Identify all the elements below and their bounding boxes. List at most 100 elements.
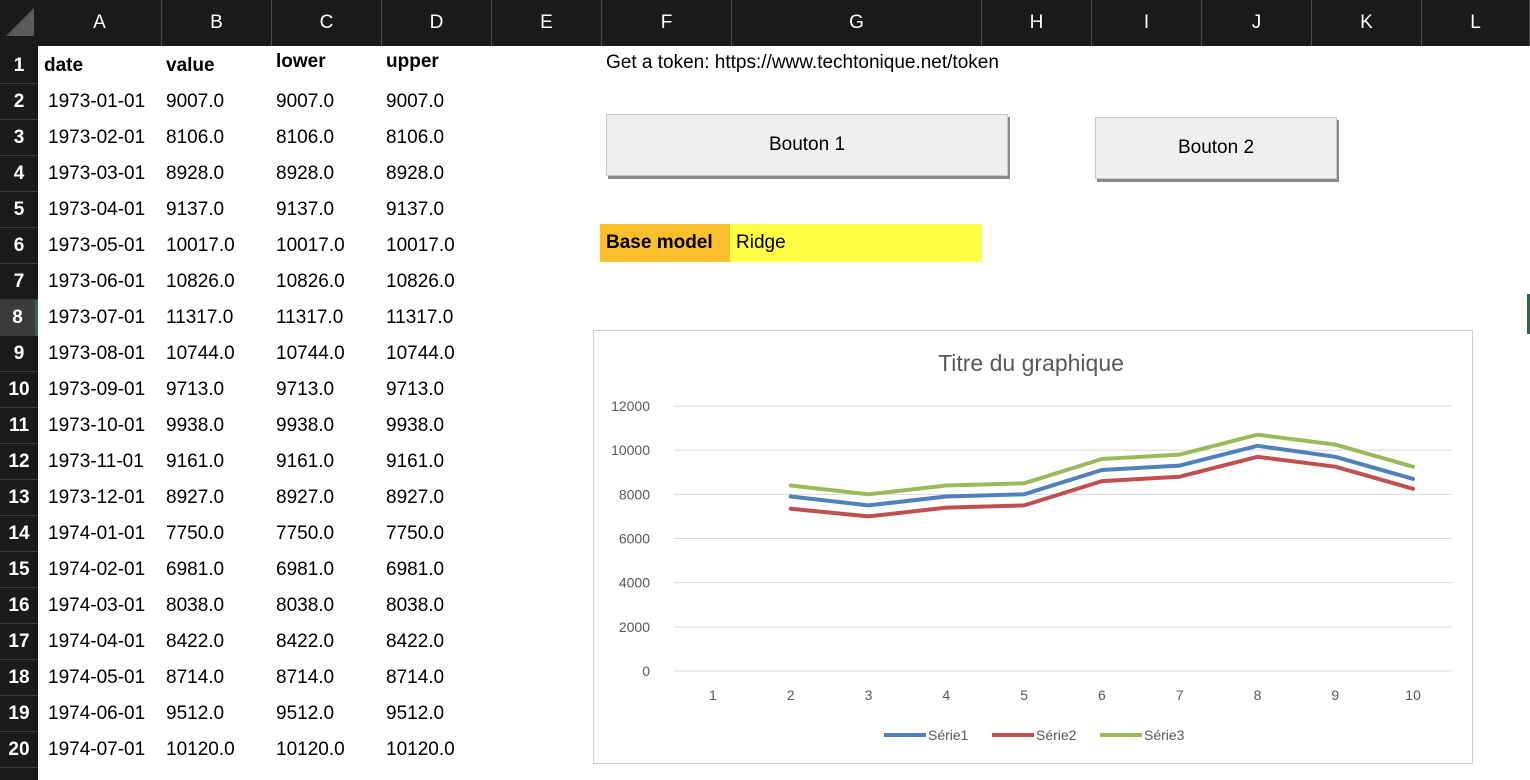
row-header-8[interactable]: 8 xyxy=(0,300,38,336)
cell-date[interactable]: 1973-02-01 xyxy=(48,120,145,156)
row-header-19[interactable]: 19 xyxy=(0,696,38,732)
cell-upper[interactable]: 10017.0 xyxy=(386,228,455,264)
cell-value[interactable]: 8038.0 xyxy=(166,588,224,624)
cell-value[interactable]: 9512.0 xyxy=(166,696,224,732)
cell-date[interactable]: 1974-06-01 xyxy=(48,696,145,732)
row-header-4[interactable]: 4 xyxy=(0,156,38,192)
cell-upper[interactable]: 10120.0 xyxy=(386,732,455,768)
cell-value[interactable]: 11317.0 xyxy=(166,300,233,336)
header-cell-date[interactable]: date xyxy=(44,48,83,84)
column-header-b[interactable]: B xyxy=(162,0,272,46)
cell-value[interactable]: 10120.0 xyxy=(166,732,235,768)
cell-value[interactable]: 8927.0 xyxy=(166,480,224,516)
column-header-f[interactable]: F xyxy=(602,0,732,46)
header-cell-value[interactable]: value xyxy=(166,48,215,84)
cell-date[interactable]: 1974-01-01 xyxy=(48,516,145,552)
cell-lower[interactable]: 11317.0 xyxy=(276,300,343,336)
header-cell-upper[interactable]: upper xyxy=(386,44,439,80)
cell-value[interactable]: 9713.0 xyxy=(166,372,224,408)
line-chart[interactable]: Titre du graphique 0 2000 4000 6000 8000 10000… xyxy=(593,330,1473,764)
base-model-value-cell[interactable]: Ridge xyxy=(730,224,982,262)
cell-date[interactable]: 1974-07-01 xyxy=(48,732,145,768)
select-all-corner[interactable] xyxy=(0,0,38,46)
cell-lower[interactable]: 9713.0 xyxy=(276,372,334,408)
cell-upper[interactable]: 9512.0 xyxy=(386,696,444,732)
column-header-l[interactable]: L xyxy=(1422,0,1530,46)
cell-upper[interactable]: 9938.0 xyxy=(386,408,444,444)
row-header-14[interactable]: 14 xyxy=(0,516,38,552)
column-header-e[interactable]: E xyxy=(492,0,602,46)
cell-upper[interactable]: 8928.0 xyxy=(386,156,444,192)
cell-upper[interactable]: 9007.0 xyxy=(386,84,444,120)
cell-lower[interactable]: 8714.0 xyxy=(276,660,334,696)
header-cell-lower[interactable]: lower xyxy=(276,44,326,80)
cell-value[interactable]: 8714.0 xyxy=(166,660,224,696)
cell-value[interactable]: 10826.0 xyxy=(166,264,235,300)
cell-upper[interactable]: 11317.0 xyxy=(386,300,453,336)
cell-value[interactable]: 8106.0 xyxy=(166,120,224,156)
cell-value[interactable]: 9938.0 xyxy=(166,408,224,444)
cell-date[interactable]: 1973-01-01 xyxy=(48,84,145,120)
column-header-h[interactable]: H xyxy=(982,0,1092,46)
cell-value[interactable]: 8422.0 xyxy=(166,624,224,660)
cell-date[interactable]: 1973-05-01 xyxy=(48,228,145,264)
column-header-g[interactable]: G xyxy=(732,0,982,46)
cell-upper[interactable]: 8927.0 xyxy=(386,480,444,516)
cell-upper[interactable]: 9161.0 xyxy=(386,444,444,480)
cell-lower[interactable]: 9161.0 xyxy=(276,444,334,480)
cell-upper[interactable]: 9713.0 xyxy=(386,372,444,408)
cell-value[interactable]: 9161.0 xyxy=(166,444,224,480)
cell-lower[interactable]: 10017.0 xyxy=(276,228,345,264)
cell-date[interactable]: 1973-12-01 xyxy=(48,480,145,516)
cell-lower[interactable]: 9512.0 xyxy=(276,696,334,732)
cell-date[interactable]: 1974-03-01 xyxy=(48,588,145,624)
column-header-a[interactable]: A xyxy=(38,0,162,46)
bouton-2-button[interactable]: Bouton 2 xyxy=(1095,117,1337,179)
column-header-c[interactable]: C xyxy=(272,0,382,46)
cell-value[interactable]: 8928.0 xyxy=(166,156,224,192)
row-header-17[interactable]: 17 xyxy=(0,624,38,660)
cell-upper[interactable]: 6981.0 xyxy=(386,552,444,588)
cell-upper[interactable]: 10826.0 xyxy=(386,264,455,300)
cell-date[interactable]: 1973-10-01 xyxy=(48,408,145,444)
cell-lower[interactable]: 10744.0 xyxy=(276,336,345,372)
cell-lower[interactable]: 9007.0 xyxy=(276,84,334,120)
row-header-3[interactable]: 3 xyxy=(0,120,38,156)
row-header-1[interactable]: 1 xyxy=(0,48,38,84)
cell-lower[interactable]: 9137.0 xyxy=(276,192,334,228)
row-header-2[interactable]: 2 xyxy=(0,84,38,120)
column-header-j[interactable]: J xyxy=(1202,0,1312,46)
cell-date[interactable]: 1974-02-01 xyxy=(48,552,145,588)
row-header-9[interactable]: 9 xyxy=(0,336,38,372)
cell-lower[interactable]: 8106.0 xyxy=(276,120,334,156)
cell-date[interactable]: 1973-06-01 xyxy=(48,264,145,300)
cell-lower[interactable]: 6981.0 xyxy=(276,552,334,588)
row-header-15[interactable]: 15 xyxy=(0,552,38,588)
row-header-7[interactable]: 7 xyxy=(0,264,38,300)
column-header-i[interactable]: I xyxy=(1092,0,1202,46)
cell-lower[interactable]: 8038.0 xyxy=(276,588,334,624)
cell-date[interactable]: 1973-07-01 xyxy=(48,300,145,336)
cell-date[interactable]: 1974-04-01 xyxy=(48,624,145,660)
row-header-5[interactable]: 5 xyxy=(0,192,38,228)
row-header-10[interactable]: 10 xyxy=(0,372,38,408)
cell-lower[interactable]: 10120.0 xyxy=(276,732,345,768)
row-header-12[interactable]: 12 xyxy=(0,444,38,480)
cell-value[interactable]: 9007.0 xyxy=(166,84,224,120)
cell-upper[interactable]: 8422.0 xyxy=(386,624,444,660)
cell-date[interactable]: 1973-04-01 xyxy=(48,192,145,228)
cell-value[interactable]: 9137.0 xyxy=(166,192,224,228)
cell-value[interactable]: 7750.0 xyxy=(166,516,224,552)
row-header-20[interactable]: 20 xyxy=(0,732,38,768)
cell-date[interactable]: 1973-03-01 xyxy=(48,156,145,192)
cell-date[interactable]: 1973-08-01 xyxy=(48,336,145,372)
cell-lower[interactable]: 10826.0 xyxy=(276,264,345,300)
cell-upper[interactable]: 10744.0 xyxy=(386,336,455,372)
cell-value[interactable]: 10017.0 xyxy=(166,228,235,264)
cell-value[interactable]: 10744.0 xyxy=(166,336,235,372)
cell-value[interactable]: 6981.0 xyxy=(166,552,224,588)
row-header-6[interactable]: 6 xyxy=(0,228,38,264)
cell-upper[interactable]: 8106.0 xyxy=(386,120,444,156)
row-header-18[interactable]: 18 xyxy=(0,660,38,696)
row-header-13[interactable]: 13 xyxy=(0,480,38,516)
